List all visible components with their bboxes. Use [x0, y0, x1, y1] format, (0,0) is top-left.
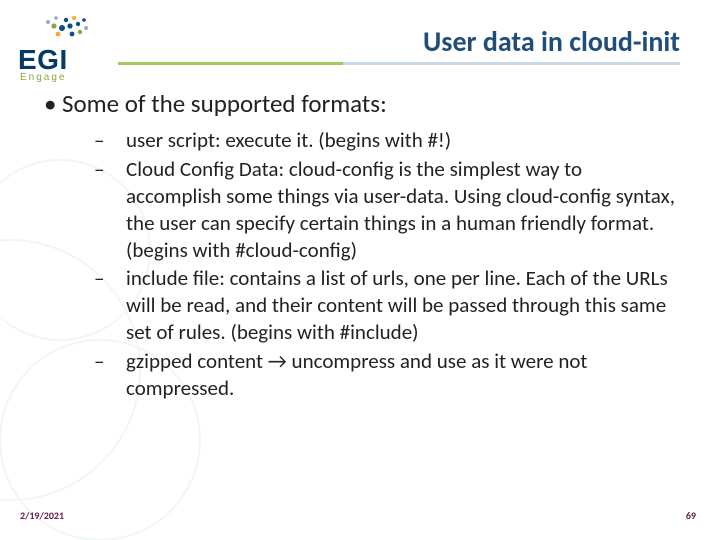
list-item: –Cloud Config Data: cloud-config is the …	[110, 156, 682, 264]
logo-tagline: Engage	[20, 72, 108, 83]
slide-title: User data in cloud-init	[423, 24, 680, 59]
heading-text: Some of the supported formats:	[62, 88, 387, 119]
content-body: •Some of the supported formats: –user sc…	[44, 88, 682, 404]
heading-line: •Some of the supported formats:	[44, 88, 682, 119]
logo-dots-icon	[18, 12, 108, 46]
item-text: user script: execute it. (begins with #!…	[126, 127, 451, 153]
item-text: Cloud Config Data: cloud-config is the s…	[126, 156, 675, 263]
item-text: include file: contains a list of urls, o…	[126, 265, 668, 345]
footer-date: 2/19/2021	[20, 509, 64, 522]
item-text: gzipped content → uncompress and use as …	[126, 348, 587, 401]
list-item: –include file: contains a list of urls, …	[110, 265, 682, 346]
list-item: –user script: execute it. (begins with #…	[110, 127, 682, 154]
title-underline	[118, 62, 680, 65]
list-item: –gzipped content → uncompress and use as…	[110, 348, 682, 402]
footer-page-number: 69	[686, 509, 696, 522]
logo: EGI Engage	[18, 12, 108, 83]
logo-name: EGI	[18, 44, 68, 75]
